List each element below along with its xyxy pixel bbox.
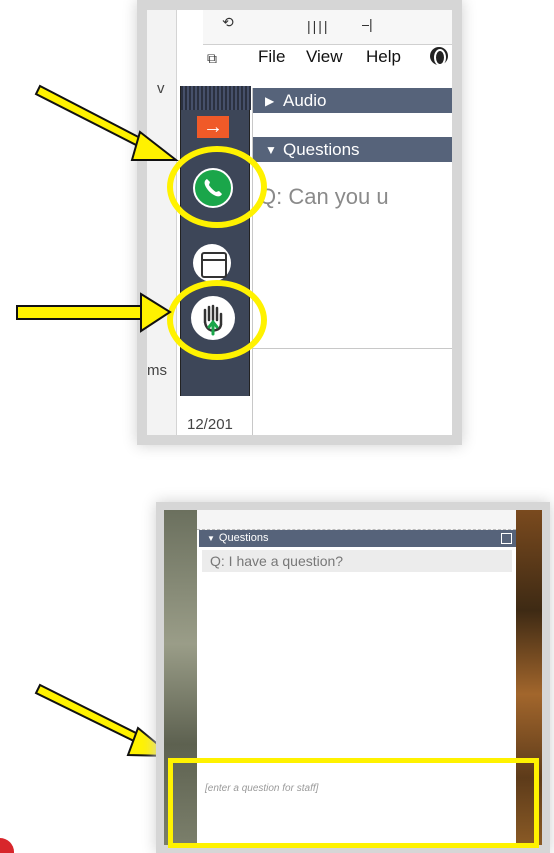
question-item: Q: I have a question? [202,550,512,572]
undock-icon[interactable] [501,533,512,544]
window-top-bar [197,510,516,530]
arrow-icon [34,84,179,161]
triangle-down-icon: ▼ [207,534,215,543]
arrow-icon [16,292,172,333]
arrow-icon [34,683,175,758]
questions-pane-header[interactable]: ▼ Questions [199,530,516,547]
highlight-box-question-input [168,758,539,848]
